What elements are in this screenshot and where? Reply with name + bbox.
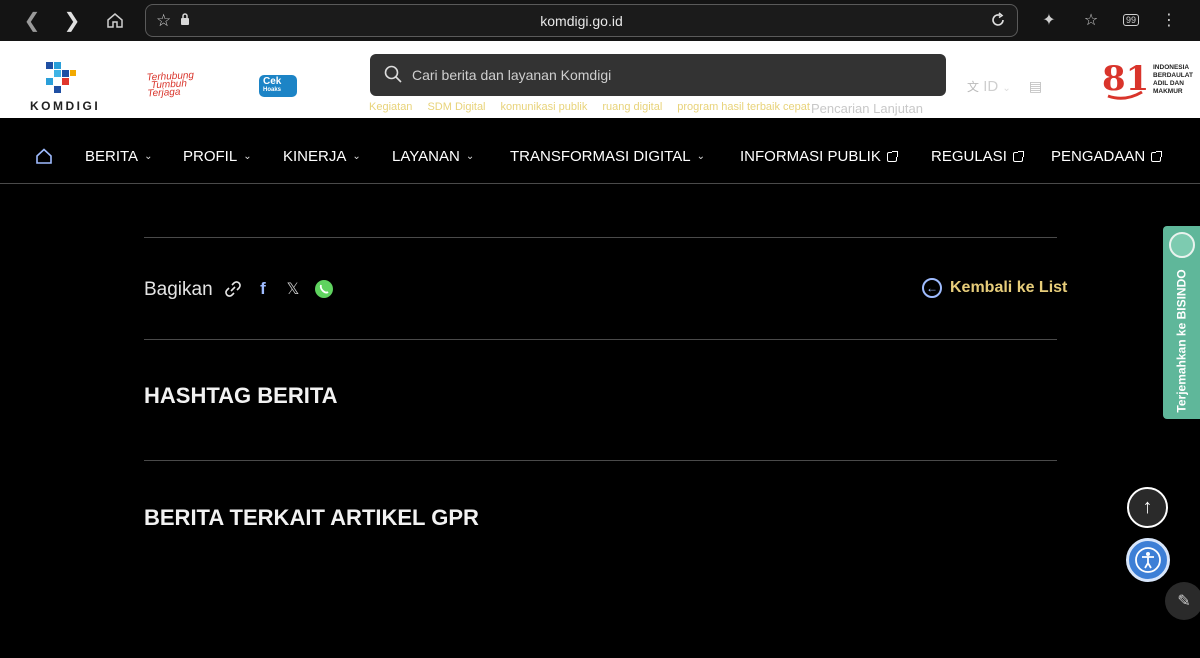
translate-icon: 文: [967, 80, 980, 94]
share-label: Bagikan: [144, 279, 213, 300]
chevron-down-icon: ⌄: [1002, 83, 1011, 94]
quick-link[interactable]: program hasil terbaik cepat: [677, 101, 810, 117]
chevron-down-icon: ⌄: [465, 151, 475, 162]
cek-hoaks-line: Cek: [263, 76, 282, 87]
home-icon[interactable]: [103, 8, 127, 32]
divider: [144, 237, 1057, 238]
divider: [144, 460, 1057, 461]
chevron-down-icon: ⌄: [696, 151, 705, 162]
nav-transformasi-digital[interactable]: TRANSFORMASI DIGITAL ⌄: [510, 148, 705, 165]
sign-language-hand-icon: [1169, 232, 1195, 258]
edit-pencil-button[interactable]: ✎: [1165, 582, 1200, 620]
chevron-down-icon: ⌄: [243, 151, 252, 162]
x-twitter-icon[interactable]: 𝕏: [283, 279, 303, 299]
search-icon: [384, 65, 402, 88]
tab-count: 99: [1122, 14, 1139, 26]
accessibility-button[interactable]: [1126, 538, 1170, 582]
tagline-logo[interactable]: Terhubung Tumbuh Terjaga: [146, 70, 203, 99]
nav-profil[interactable]: PROFIL ⌄: [183, 148, 252, 165]
back-label: Kembali ke List: [950, 279, 1068, 296]
external-link-icon: [886, 150, 898, 162]
arrow-up-icon: ↑: [1142, 496, 1153, 518]
copy-link-icon[interactable]: [223, 279, 243, 299]
advanced-search-link[interactable]: Pencarian Lanjutan: [811, 101, 923, 117]
browser-toolbar: ❮ ❯ ☆ komdigi.go.id ✦ ☆ 99 ⋮: [0, 0, 1200, 41]
nav-label: PROFIL: [183, 148, 238, 165]
nav-label: TRANSFORMASI DIGITAL: [510, 148, 691, 165]
tabs-icon[interactable]: 99: [1120, 9, 1142, 31]
nav-regulasi[interactable]: REGULASI: [931, 148, 1024, 165]
anniversary-emblem: 81: [1100, 52, 1150, 113]
nav-layanan[interactable]: LAYANAN ⌄: [392, 148, 474, 165]
related-articles-heading: BERITA TERKAIT ARTIKEL GPR: [144, 505, 479, 530]
quick-link[interactable]: Kegiatan: [369, 101, 412, 117]
forward-arrow-icon[interactable]: ❯: [60, 8, 84, 32]
nav-berita[interactable]: BERITA ⌄: [85, 148, 152, 165]
address-bar[interactable]: ☆ komdigi.go.id: [145, 4, 1018, 37]
whatsapp-icon[interactable]: [314, 279, 334, 299]
nav-label: INFORMASI PUBLIK: [740, 148, 881, 165]
emblem-line: ADIL DAN: [1153, 80, 1184, 87]
divider: [144, 339, 1057, 340]
bisindo-label: Terjemahkan ke BISINDO: [1174, 269, 1189, 413]
reload-icon[interactable]: [989, 11, 1007, 34]
emblem-line: INDONESIA: [1153, 64, 1190, 71]
quick-link[interactable]: SDM Digital: [427, 101, 485, 117]
main-navigation: BERITA ⌄ PROFIL ⌄ KINERJA ⌄ LAYANAN ⌄ TRANSF…: [0, 130, 1200, 184]
chevron-down-icon: ⌄: [352, 151, 361, 162]
back-arrow-icon[interactable]: ❮: [20, 8, 44, 32]
bookmarks-star-icon[interactable]: ☆: [1080, 9, 1102, 31]
scroll-to-top-button[interactable]: ↑: [1127, 487, 1168, 528]
cek-hoaks-line: Hoaks: [263, 87, 282, 93]
nav-informasi-publik[interactable]: INFORMASI PUBLIK: [740, 148, 898, 165]
komdigi-logo[interactable]: [30, 58, 82, 103]
quick-link[interactable]: ruang digital: [602, 101, 662, 117]
chevron-down-icon: ⌄: [144, 151, 153, 162]
nav-kinerja[interactable]: KINERJA ⌄: [283, 148, 361, 165]
pencil-icon: ✎: [1177, 593, 1191, 610]
logo-text: KOMDIGI: [30, 99, 101, 113]
nav-label: KINERJA: [283, 148, 347, 165]
accessibility-icon: [1135, 547, 1161, 573]
external-link-icon: [1151, 150, 1163, 162]
emblem-line: MAKMUR: [1153, 88, 1183, 95]
emblem-text: INDONESIA BERDAULAT ADIL DAN MAKMUR: [1153, 64, 1193, 96]
facebook-icon[interactable]: f: [253, 279, 273, 299]
language-selector[interactable]: 文 ID ⌄ ▤: [967, 78, 1042, 95]
ai-sparkle-icon[interactable]: ✦: [1038, 9, 1060, 31]
emblem-line: BERDAULAT: [1153, 72, 1193, 79]
arrow-left-circle-icon: ←: [922, 278, 942, 298]
more-menu-icon[interactable]: ⋮: [1158, 9, 1180, 31]
home-nav-icon[interactable]: [35, 147, 53, 165]
bisindo-translate-tab[interactable]: Terjemahkan ke BISINDO: [1163, 226, 1200, 419]
cek-hoaks-logo[interactable]: Cek Hoaks: [259, 75, 297, 97]
quick-links: Kegiatan SDM Digital komunikasi publik r…: [369, 101, 923, 117]
language-label: ID: [983, 78, 999, 95]
url-text: komdigi.go.id: [540, 13, 623, 29]
search-input[interactable]: Cari berita dan layanan Komdigi: [370, 54, 946, 96]
quick-link[interactable]: komunikasi publik: [501, 101, 588, 117]
hashtag-heading: HASHTAG BERITA: [144, 383, 338, 408]
nav-label: REGULASI: [931, 148, 1007, 165]
nav-pengadaan[interactable]: PENGADAAN: [1051, 148, 1163, 165]
nav-label: BERITA: [85, 148, 139, 165]
nav-label: PENGADAAN: [1051, 148, 1146, 165]
nav-label: LAYANAN: [392, 148, 460, 165]
back-to-list-link[interactable]: ← Kembali ke List: [922, 278, 1067, 298]
search-placeholder: Cari berita dan layanan Komdigi: [412, 67, 612, 83]
document-icon[interactable]: ▤: [1029, 78, 1042, 94]
external-link-icon: [1012, 150, 1024, 162]
